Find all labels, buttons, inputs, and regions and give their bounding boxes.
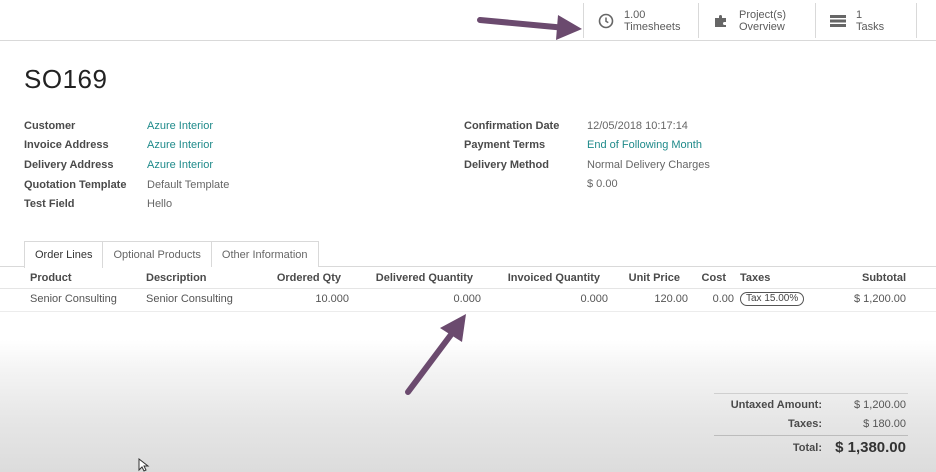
taxes-total-label: Taxes: — [787, 418, 822, 430]
record-title: SO169 — [24, 64, 108, 94]
timesheets-value: 1.00 — [624, 8, 646, 21]
customer-label: Customer — [24, 120, 76, 132]
cell-subtotal: $ 1,200.00 — [854, 293, 906, 305]
tasks-icon — [828, 11, 848, 31]
project-overview-value: Project(s) — [739, 8, 787, 21]
cell-unit-price[interactable]: 120.00 — [620, 293, 688, 305]
header-divider — [0, 288, 936, 289]
col-header-cost[interactable]: Cost — [690, 272, 726, 284]
puzzle-icon — [711, 11, 731, 31]
timesheets-label: Timesheets — [624, 20, 681, 33]
timesheets-button[interactable]: 1.00 Timesheets — [583, 3, 699, 38]
delivery-method-label: Delivery Method — [464, 159, 549, 171]
delivery-address-label: Delivery Address — [24, 159, 114, 171]
cell-cost[interactable]: 0.00 — [696, 293, 734, 305]
col-header-ordered-qty[interactable]: Ordered Qty — [240, 272, 341, 284]
col-header-invoiced-qty[interactable]: Invoiced Quantity — [490, 272, 600, 284]
cell-delivered-qty[interactable]: 0.000 — [400, 293, 481, 305]
quotation-template-value: Default Template — [147, 179, 230, 191]
payment-terms-label: Payment Terms — [464, 139, 546, 151]
tax-badge[interactable]: Tax 15.00% — [740, 292, 805, 306]
untaxed-amount-label: Untaxed Amount: — [730, 399, 822, 411]
confirmation-date-label: Confirmation Date — [464, 120, 560, 132]
col-header-delivered-qty[interactable]: Delivered Quantity — [362, 272, 473, 284]
col-header-product[interactable]: Product — [30, 272, 72, 284]
project-overview-button[interactable]: Project(s) Overview — [698, 3, 816, 38]
grand-total-value: $ 1,380.00 — [835, 439, 906, 456]
cell-product[interactable]: Senior Consulting — [30, 293, 117, 305]
col-header-taxes[interactable]: Taxes — [740, 272, 770, 284]
confirmation-date-value: 12/05/2018 10:17:14 — [587, 120, 688, 132]
col-header-unit-price[interactable]: Unit Price — [610, 272, 680, 284]
tasks-button[interactable]: 1 Tasks — [815, 3, 917, 38]
col-header-subtotal[interactable]: Subtotal — [820, 272, 906, 284]
invoice-address-label: Invoice Address — [24, 139, 109, 151]
tasks-label: Tasks — [856, 20, 885, 33]
clock-icon — [596, 11, 616, 31]
invoice-address-value[interactable]: Azure Interior — [147, 139, 213, 151]
quotation-template-label: Quotation Template — [24, 179, 127, 191]
cell-ordered-qty[interactable]: 10.000 — [260, 293, 349, 305]
delivery-price-value: $ 0.00 — [587, 178, 618, 190]
payment-terms-value[interactable]: End of Following Month — [587, 139, 702, 151]
cell-description[interactable]: Senior Consulting — [146, 293, 233, 305]
tab-optional-products[interactable]: Optional Products — [102, 241, 212, 267]
tasks-value: 1 — [856, 8, 863, 21]
delivery-address-value[interactable]: Azure Interior — [147, 159, 213, 171]
project-overview-label: Overview — [739, 20, 785, 33]
cell-invoiced-qty[interactable]: 0.000 — [520, 293, 608, 305]
test-field-label: Test Field — [24, 198, 75, 210]
totals-divider-bottom — [714, 435, 908, 436]
col-header-description[interactable]: Description — [146, 272, 207, 284]
mouse-cursor-icon — [138, 458, 150, 472]
notebook-tabs: Order Lines Optional Products Other Info… — [24, 241, 319, 268]
delivery-method-value: Normal Delivery Charges — [587, 159, 710, 171]
tab-other-information[interactable]: Other Information — [210, 241, 319, 267]
taxes-total-value: $ 180.00 — [863, 418, 906, 430]
row-divider — [0, 311, 936, 312]
totals-divider-top — [714, 393, 908, 394]
tab-order-lines[interactable]: Order Lines — [24, 241, 104, 268]
untaxed-amount-value: $ 1,200.00 — [854, 399, 906, 411]
test-field-value: Hello — [147, 198, 173, 210]
customer-value[interactable]: Azure Interior — [147, 120, 213, 132]
